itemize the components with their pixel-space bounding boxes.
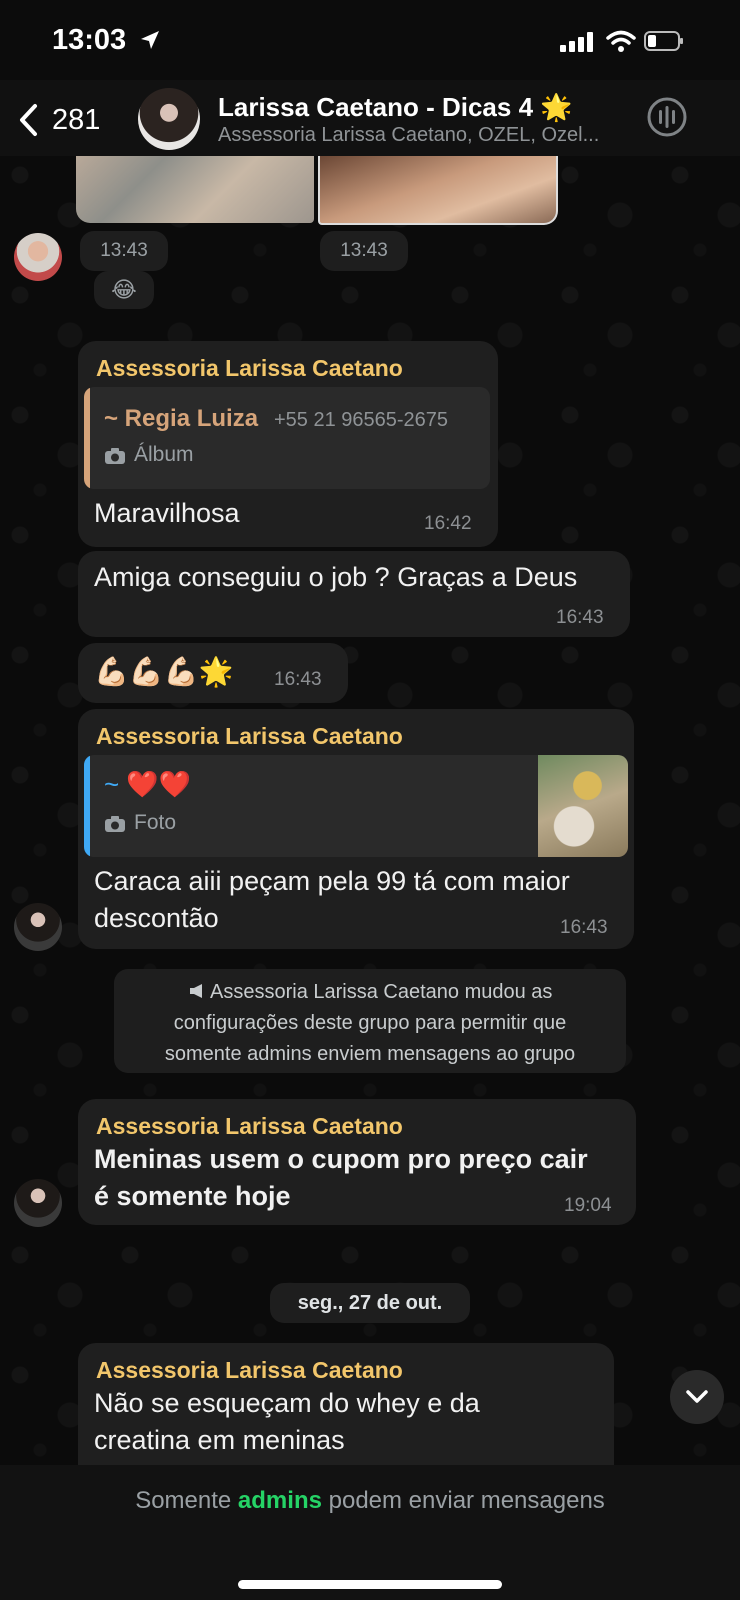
scroll-to-bottom-button[interactable] <box>670 1370 724 1424</box>
quote-photo-thumbnail <box>538 755 628 857</box>
input-bar: Somente admins podem enviar mensagens <box>0 1465 740 1600</box>
message-time: 13:43 <box>340 240 388 261</box>
message-bubble[interactable]: Assessoria Larissa Caetano Não se esqueç… <box>78 1343 614 1465</box>
message-bubble[interactable]: Assessoria Larissa Caetano ~ ❤️❤️ Foto C… <box>78 709 634 949</box>
group-title[interactable]: Larissa Caetano - Dicas 4 🌟 <box>218 92 573 123</box>
quoted-message[interactable]: ~ ❤️❤️ Foto <box>84 755 628 857</box>
group-members[interactable]: Assessoria Larissa Caetano, OZEL, Ozel..… <box>218 124 628 147</box>
quote-type: Álbum <box>134 443 194 466</box>
message-text: Caraca aiii peçam pela 99 tá com maior d… <box>94 863 570 937</box>
notice-prefix: Somente <box>135 1487 238 1514</box>
home-indicator[interactable] <box>238 1580 502 1589</box>
message-time: 16:43 <box>560 917 608 938</box>
message-line: Meninas usem o cupom pro preço cair <box>94 1144 588 1174</box>
message-line: Caraca aiii peçam pela 99 tá com maior <box>94 866 570 896</box>
sender-avatar[interactable] <box>14 233 62 281</box>
quote-accent-bar <box>84 755 90 857</box>
timestamp-chip: 13:43 <box>320 231 408 271</box>
message-time: 19:04 <box>564 1195 612 1216</box>
message-text: Amiga conseguiu o job ? Graças a Deus <box>94 562 578 592</box>
system-notice: Assessoria Larissa Caetano mudou as conf… <box>114 969 626 1073</box>
message-bubble[interactable]: Assessoria Larissa Caetano ~ Regia Luiza… <box>78 341 498 547</box>
sender-name[interactable]: Assessoria Larissa Caetano <box>96 1113 403 1140</box>
clock: 13:03 <box>52 24 127 56</box>
chevron-down-icon <box>686 1390 708 1403</box>
back-button[interactable]: 281 <box>18 98 128 142</box>
sender-avatar[interactable] <box>14 1179 62 1227</box>
camera-icon <box>105 816 125 832</box>
sender-avatar[interactable] <box>14 903 62 951</box>
quote-author: ~ Regia Luiza <box>104 405 259 432</box>
message-time: 16:42 <box>424 513 472 534</box>
notice-suffix: podem enviar mensagens <box>321 1487 605 1514</box>
location-arrow-icon <box>141 31 159 49</box>
message-text: Não se esqueçam do whey e da creatina em… <box>94 1385 480 1459</box>
message-text: 💪🏻💪🏻💪🏻🌟 <box>94 656 234 687</box>
image-thumbnail[interactable] <box>318 155 558 225</box>
quote-accent-bar <box>84 387 90 489</box>
message-list[interactable]: 13:43 13:43 😂 Assessoria Larissa Caetano… <box>0 155 740 1465</box>
sender-name[interactable]: Assessoria Larissa Caetano <box>96 1357 403 1384</box>
message-bubble[interactable]: Amiga conseguiu o job ? Graças a Deus 16… <box>78 551 630 637</box>
message-bubble[interactable]: Assessoria Larissa Caetano Meninas usem … <box>78 1099 636 1225</box>
message-line: creatina em meninas <box>94 1425 345 1455</box>
quote-type: Foto <box>134 811 177 834</box>
quote-author: ~ ❤️❤️ <box>104 769 192 799</box>
timestamp-chip: 13:43 <box>80 231 168 271</box>
message-time: 13:43 <box>100 240 148 261</box>
date-divider: seg., 27 de out. <box>270 1283 470 1323</box>
image-thumbnail[interactable] <box>76 155 314 223</box>
group-call-icon[interactable] <box>646 96 688 138</box>
reaction-emoji: 😂 <box>111 277 137 302</box>
system-notice-line: Assessoria Larissa Caetano mudou as <box>114 977 626 1008</box>
message-time: 16:43 <box>556 607 604 628</box>
message-bubble[interactable]: 💪🏻💪🏻💪🏻🌟 16:43 <box>78 643 348 703</box>
quote-phone: +55 21 96565-2675 <box>274 409 449 431</box>
system-notice-text: Assessoria Larissa Caetano mudou as <box>210 981 553 1003</box>
group-avatar[interactable] <box>138 88 200 150</box>
camera-icon <box>105 448 125 464</box>
megaphone-icon <box>189 984 202 998</box>
admins-only-notice: Somente admins podem enviar mensagens <box>0 1487 740 1515</box>
system-notice-line: configurações deste grupo para permitir … <box>173 1012 567 1034</box>
reaction-chip[interactable]: 😂 <box>94 271 154 309</box>
chat-header: 281 Larissa Caetano - Dicas 4 🌟 Assessor… <box>0 80 740 156</box>
date-label: seg., 27 de out. <box>297 1292 443 1314</box>
system-notice-line: somente admins enviem mensagens ao grupo <box>164 1043 576 1065</box>
unread-count: 281 <box>52 103 101 136</box>
battery-icon <box>644 31 683 51</box>
message-line: é somente hoje <box>94 1181 291 1211</box>
message-line: Não se esqueçam do whey e da <box>94 1388 480 1418</box>
admins-link[interactable]: admins <box>238 1487 322 1514</box>
message-text: Maravilhosa <box>94 498 240 528</box>
quoted-message[interactable]: ~ Regia Luiza +55 21 96565-2675 Álbum <box>84 387 490 489</box>
wifi-icon <box>606 30 636 52</box>
cell-signal-icon <box>560 32 593 52</box>
chevron-left-icon <box>20 104 37 136</box>
sender-name[interactable]: Assessoria Larissa Caetano <box>96 355 403 382</box>
message-line: descontão <box>94 903 219 933</box>
message-text: Meninas usem o cupom pro preço cair é so… <box>94 1141 588 1215</box>
sender-name[interactable]: Assessoria Larissa Caetano <box>96 723 403 750</box>
message-time: 16:43 <box>274 669 322 690</box>
status-bar: 13:03 <box>0 0 740 80</box>
